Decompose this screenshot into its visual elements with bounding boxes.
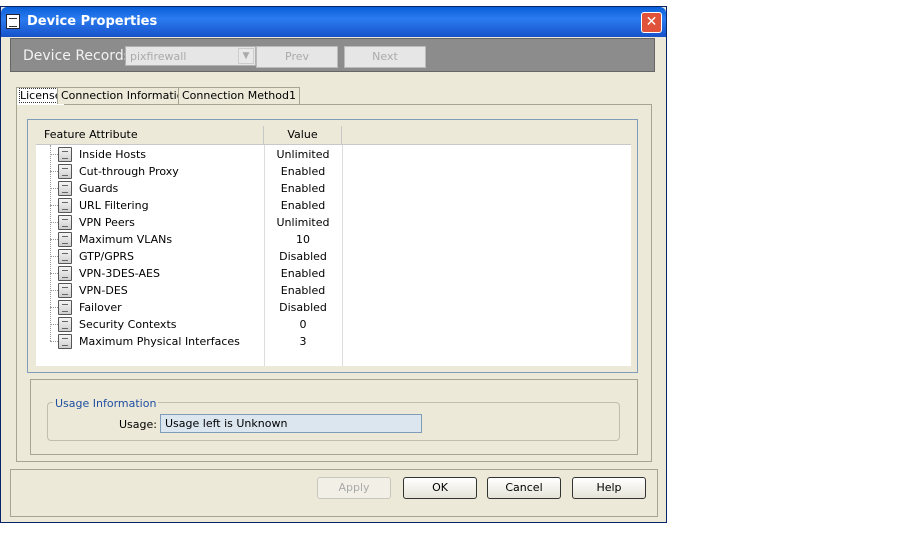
table-row[interactable]: VPN Peers Unlimited [36, 214, 631, 231]
table-row[interactable]: VPN-3DES-AES Enabled [36, 265, 631, 282]
feature-value: 0 [299, 318, 307, 331]
feature-name: Security Contexts [79, 318, 177, 331]
table-row[interactable]: GTP/GPRS Disabled [36, 248, 631, 265]
feature-name: Inside Hosts [79, 148, 147, 161]
tree-connector [50, 171, 58, 172]
device-records-bar: Device Records pixfirewall ▼ Prev Next [10, 38, 655, 72]
cancel-button[interactable]: Cancel [487, 477, 561, 499]
chevron-down-icon[interactable]: ▼ [238, 48, 254, 64]
device-records-select[interactable]: pixfirewall ▼ [125, 46, 256, 66]
document-icon [58, 317, 72, 332]
feature-name: Maximum Physical Interfaces [79, 335, 240, 348]
tab-connection-method1-label: Connection Method1 [182, 89, 296, 102]
ok-button[interactable]: OK [403, 477, 477, 499]
feature-name: Cut-through Proxy [79, 165, 179, 178]
title-bar[interactable]: Device Properties ✕ [1, 7, 666, 37]
document-icon [58, 334, 72, 349]
feature-value: Enabled [280, 199, 326, 212]
tree-connector [50, 341, 58, 342]
prev-button[interactable]: Prev [256, 46, 338, 68]
help-button[interactable]: Help [572, 477, 646, 499]
device-records-selected: pixfirewall [130, 50, 187, 63]
table-row[interactable]: VPN-DES Enabled [36, 282, 631, 299]
tab-license-label: License [18, 88, 63, 103]
tree-connector [50, 188, 58, 189]
feature-value: 10 [296, 233, 310, 246]
document-icon [58, 198, 72, 213]
document-icon [58, 300, 72, 315]
feature-name: GTP/GPRS [79, 250, 134, 263]
document-icon [58, 147, 72, 162]
tab-connection-method1[interactable]: Connection Method1 [178, 87, 300, 104]
window-title: Device Properties [27, 14, 158, 29]
table-row[interactable]: URL Filtering Enabled [36, 197, 631, 214]
feature-name: URL Filtering [79, 199, 149, 212]
usage-label: Usage: [119, 418, 157, 431]
value-header[interactable]: Value [264, 126, 342, 144]
tree-connector [50, 205, 58, 206]
tree-connector [50, 290, 58, 291]
feature-value: Disabled [279, 301, 327, 314]
feature-value: Enabled [280, 165, 326, 178]
document-icon [58, 283, 72, 298]
feature-value: Enabled [280, 182, 326, 195]
feature-attribute-header[interactable]: Feature Attribute [36, 126, 264, 144]
feature-table: Feature Attribute Value Inside Hosts Unli… [36, 126, 631, 366]
tree-connector [50, 256, 58, 257]
tree-connector [50, 154, 58, 155]
table-row[interactable]: Guards Enabled [36, 180, 631, 197]
feature-value: Disabled [279, 250, 327, 263]
apply-button[interactable]: Apply [317, 477, 391, 499]
feature-value: 3 [299, 335, 307, 348]
document-icon [58, 249, 72, 264]
device-records-label: Device Records [23, 48, 131, 64]
tree-connector [50, 307, 58, 308]
feature-name: VPN Peers [79, 216, 135, 229]
feature-name: VPN-DES [79, 284, 128, 297]
next-button[interactable]: Next [344, 46, 426, 68]
feature-name: Maximum VLANs [79, 233, 173, 246]
tab-strip: License Connection Information Connectio… [16, 87, 652, 105]
feature-value: Unlimited [276, 216, 330, 229]
tree-connector [50, 222, 58, 223]
document-icon [58, 232, 72, 247]
feature-name: VPN-3DES-AES [79, 267, 160, 280]
table-row[interactable]: Security Contexts 0 [36, 316, 631, 333]
feature-value: Enabled [280, 284, 326, 297]
document-icon [58, 215, 72, 230]
feature-name: Failover [79, 301, 122, 314]
table-row[interactable]: Failover Disabled [36, 299, 631, 316]
close-button[interactable]: ✕ [641, 12, 662, 33]
usage-information-title: Usage Information [53, 397, 159, 410]
feature-name: Guards [79, 182, 119, 195]
table-row[interactable]: Cut-through Proxy Enabled [36, 163, 631, 180]
header-divider [36, 144, 631, 145]
tree-connector [50, 273, 58, 274]
tree-connector [50, 239, 58, 240]
feature-value: Enabled [280, 267, 326, 280]
document-icon [58, 164, 72, 179]
feature-value: Unlimited [276, 148, 330, 161]
tab-connection-information-label: Connection Information [61, 89, 191, 102]
usage-field: Usage left is Unknown [160, 414, 422, 433]
document-icon [6, 14, 20, 29]
table-row[interactable]: Inside Hosts Unlimited [36, 146, 631, 163]
table-row[interactable]: Maximum VLANs 10 [36, 231, 631, 248]
document-icon [58, 181, 72, 196]
empty-header [342, 126, 631, 144]
table-row[interactable]: Maximum Physical Interfaces 3 [36, 333, 631, 350]
document-icon [58, 266, 72, 281]
tree-connector [50, 324, 58, 325]
tab-connection-information[interactable]: Connection Information [57, 87, 195, 104]
